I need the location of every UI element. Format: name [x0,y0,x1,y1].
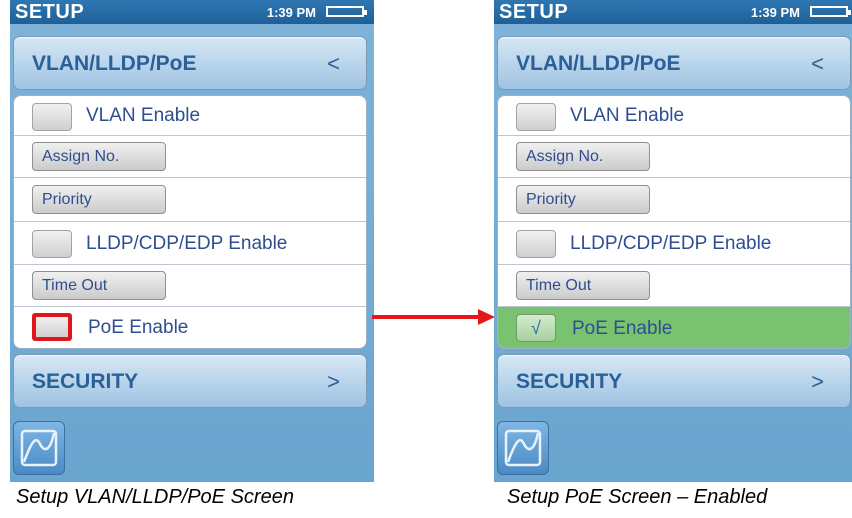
graph-app-icon[interactable] [13,421,65,475]
time-out-row: Time Out [14,265,366,307]
assign-no-button[interactable]: Assign No. [32,142,166,171]
status-bar: SETUP 1:39 PM [10,0,374,24]
lldp-enable-checkbox[interactable] [32,230,72,258]
lldp-enable-checkbox[interactable] [516,230,556,258]
status-bar: SETUP 1:39 PM [494,0,852,24]
setup-screen-before: SETUP 1:39 PM VLAN/LLDP/PoE < VLAN Enabl… [10,0,374,482]
assign-no-button[interactable]: Assign No. [516,142,650,171]
vlan-enable-label: VLAN Enable [86,105,201,126]
section-label: SECURITY [516,370,623,393]
section-label: VLAN/LLDP/PoE [32,52,197,75]
checkmark-icon: √ [531,318,541,338]
setup-screen-after: SETUP 1:39 PM VLAN/LLDP/PoE < VLAN Enabl… [494,0,852,482]
section-label: SECURITY [32,370,139,393]
chevron-left-icon: < [327,51,340,76]
chevron-right-icon: > [327,369,340,394]
vlan-enable-checkbox[interactable] [516,103,556,131]
chevron-right-icon: > [811,369,824,394]
poe-enable-checkbox[interactable]: √ [516,314,556,342]
poe-enable-checkbox[interactable] [32,313,72,341]
priority-row: Priority [498,178,850,222]
poe-enable-label: PoE Enable [572,318,673,339]
vlan-lldp-poe-header[interactable]: VLAN/LLDP/PoE < [497,36,851,90]
right-arrow-icon [372,309,495,325]
settings-panel: VLAN Enable Assign No. Priority LLDP/CDP… [13,95,367,349]
graph-glyph [504,429,542,467]
caption-after: Setup PoE Screen – Enabled [507,486,768,508]
vlan-enable-row[interactable]: VLAN Enable [498,96,850,136]
status-time: 1:39 PM [266,5,316,20]
priority-button[interactable]: Priority [32,185,166,214]
battery-icon [326,6,367,17]
caption-before: Setup VLAN/LLDP/PoE Screen [16,486,294,508]
priority-row: Priority [14,178,366,222]
status-title: SETUP [15,1,85,23]
poe-enable-row[interactable]: PoE Enable [14,307,366,348]
vlan-enable-row[interactable]: VLAN Enable [14,96,366,136]
vlan-lldp-poe-header[interactable]: VLAN/LLDP/PoE < [13,36,367,90]
settings-panel: VLAN Enable Assign No. Priority LLDP/CDP… [497,95,851,349]
vlan-enable-label: VLAN Enable [570,105,685,126]
time-out-button[interactable]: Time Out [516,271,650,300]
graph-glyph [20,429,58,467]
lldp-enable-row[interactable]: LLDP/CDP/EDP Enable [14,222,366,265]
status-time: 1:39 PM [750,5,800,20]
poe-enable-label: PoE Enable [88,317,189,338]
time-out-row: Time Out [498,265,850,307]
poe-enable-row[interactable]: √ PoE Enable [498,307,850,348]
vlan-enable-checkbox[interactable] [32,103,72,131]
priority-button[interactable]: Priority [516,185,650,214]
time-out-button[interactable]: Time Out [32,271,166,300]
chevron-left-icon: < [811,51,824,76]
battery-icon [810,6,851,17]
assign-no-row: Assign No. [498,136,850,178]
assign-no-row: Assign No. [14,136,366,178]
lldp-enable-label: LLDP/CDP/EDP Enable [570,233,772,254]
security-header[interactable]: SECURITY > [497,354,851,408]
lldp-enable-row[interactable]: LLDP/CDP/EDP Enable [498,222,850,265]
security-header[interactable]: SECURITY > [13,354,367,408]
lldp-enable-label: LLDP/CDP/EDP Enable [86,233,288,254]
status-title: SETUP [499,1,569,23]
section-label: VLAN/LLDP/PoE [516,52,681,75]
graph-app-icon[interactable] [497,421,549,475]
